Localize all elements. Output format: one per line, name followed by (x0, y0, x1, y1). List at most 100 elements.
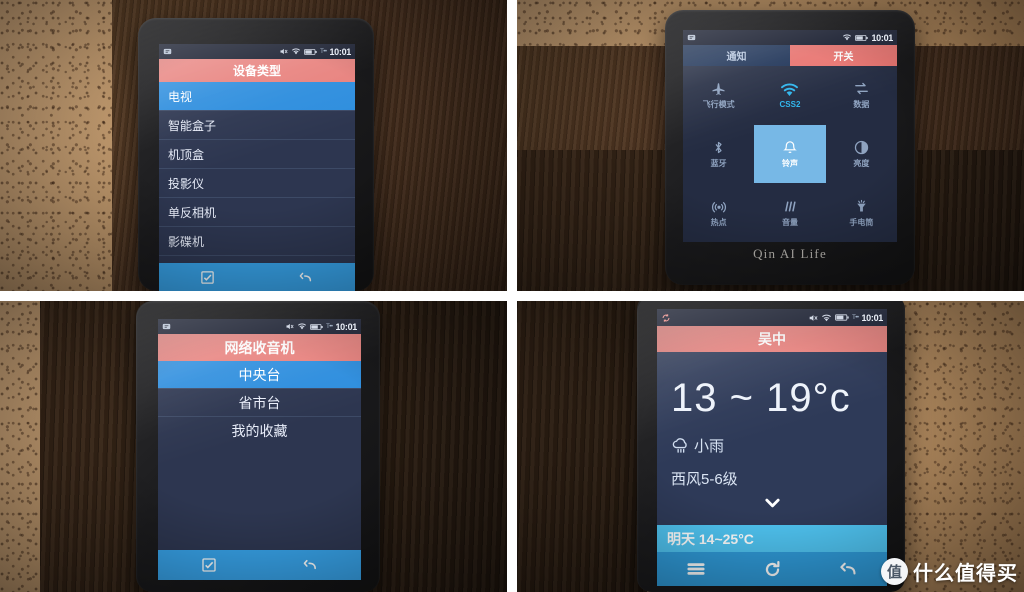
weather-body: 13 ~ 19°c 小雨 西风5-6级 (657, 352, 887, 525)
status-bar-right: T•• 10:01 (279, 47, 351, 57)
signal-label: T•• (320, 48, 327, 55)
list-item-label: 中央台 (238, 366, 281, 383)
list-item-label: 电视 (168, 89, 193, 104)
list-item-label: 影碟机 (168, 234, 205, 249)
list-item-label: 省市台 (238, 394, 281, 411)
signal-label: T•• (326, 323, 333, 330)
sync-icon (661, 313, 671, 323)
phone-device: 10:01 通知 开关 飞行模式 CSS2 数据 蓝牙 铃声 亮度 热点 音量 … (665, 10, 915, 285)
list-item[interactable]: 机顶盒 (159, 140, 355, 169)
bell-icon (782, 139, 798, 156)
tab-label: 通知 (726, 52, 747, 63)
volume-icon (781, 198, 798, 215)
radio-category-items: 中央台 省市台 我的收藏 (158, 361, 361, 580)
sync-icon (162, 322, 171, 331)
sync-icon (163, 47, 172, 56)
status-time: 10:01 (335, 321, 357, 332)
panel-quick-settings: 10:01 通知 开关 飞行模式 CSS2 数据 蓝牙 铃声 亮度 热点 音量 … (517, 0, 1024, 291)
tab-notifications[interactable]: 通知 (683, 45, 790, 66)
list-item-label: 我的收藏 (231, 423, 288, 439)
back-arrow-icon[interactable] (302, 557, 319, 573)
airplane-icon (710, 80, 727, 97)
brightness-icon (853, 139, 870, 156)
weather-bottom-bar (657, 552, 887, 586)
list-item[interactable]: 智能盒子 (159, 111, 355, 140)
list-item[interactable]: 投影仪 (159, 169, 355, 198)
toggle-bluetooth[interactable]: 蓝牙 (683, 125, 754, 184)
status-time: 10:01 (329, 46, 351, 57)
list-item[interactable]: 省市台 (158, 389, 361, 417)
phone-device: T•• 10:01 吴中 13 ~ 19°c 小雨 西风5-6级 明天 14~2… (637, 301, 905, 592)
tab-label: 开关 (833, 52, 854, 63)
status-bar-left (163, 47, 172, 56)
battery-icon (310, 323, 323, 331)
toggle-label: 手电筒 (849, 217, 874, 227)
checkbox-icon[interactable] (201, 557, 217, 573)
status-bar: T•• 10:01 (159, 44, 355, 59)
wind-info: 西风5-6级 (671, 471, 738, 488)
refresh-icon[interactable] (763, 560, 782, 579)
phone-device: T•• 10:01 网络收音机 中央台 省市台 我的收藏 (136, 301, 380, 592)
toggle-brightness[interactable]: 亮度 (826, 125, 897, 184)
mute-icon (285, 322, 294, 331)
toggle-label: CSS2 (779, 100, 801, 110)
toggle-wifi[interactable]: CSS2 (754, 66, 825, 125)
panel-network-radio: T•• 10:01 网络收音机 中央台 省市台 我的收藏 (0, 301, 507, 592)
bluetooth-icon (711, 139, 726, 156)
wifi-icon (297, 322, 307, 331)
watermark-text: 什么值得买 (913, 563, 1018, 585)
phone-screen: T•• 10:01 网络收音机 中央台 省市台 我的收藏 (158, 319, 361, 580)
chevron-down-icon[interactable] (657, 497, 887, 509)
bottom-action-bar (158, 550, 361, 580)
tomorrow-forecast[interactable]: 明天 14~25°C (657, 525, 887, 552)
toggle-label: 音量 (781, 217, 798, 227)
toggle-mobile-data[interactable]: 数据 (826, 66, 897, 125)
back-arrow-icon[interactable] (298, 270, 314, 285)
wifi-icon (291, 47, 301, 56)
status-bar-right: 10:01 (842, 33, 893, 43)
toggle-label: 热点 (710, 217, 727, 227)
device-type-items: 电视 智能盒子 机顶盒 投影仪 单反相机 影碟机 (159, 82, 355, 291)
watermark-logo: 值 (881, 558, 908, 585)
list-item-label: 单反相机 (168, 205, 217, 220)
condition-label: 小雨 (694, 438, 725, 455)
page-title: 设备类型 (159, 59, 355, 82)
cloud-rain-icon (671, 437, 690, 454)
wifi-icon (821, 313, 832, 323)
list-item[interactable]: 电视 (159, 82, 355, 111)
hamburger-menu-icon[interactable] (686, 561, 706, 577)
status-bar-right: T•• 10:01 (285, 322, 357, 332)
toggle-label: 铃声 (781, 158, 798, 168)
wood-board (517, 301, 647, 592)
list-item[interactable]: 我的收藏 (158, 417, 361, 445)
data-sync-icon (853, 80, 870, 97)
hotspot-icon (710, 198, 728, 215)
status-bar: 10:01 (683, 30, 897, 45)
phone-screen: T•• 10:01 设备类型 电视 智能盒子 机顶盒 投影仪 单反相机 影碟机 (159, 44, 355, 291)
status-time: 10:01 (861, 312, 883, 323)
tab-switches[interactable]: 开关 (790, 45, 897, 66)
phone-screen: 10:01 通知 开关 飞行模式 CSS2 数据 蓝牙 铃声 亮度 热点 音量 … (683, 30, 897, 242)
list-item[interactable]: 中央台 (158, 361, 361, 389)
page-title: 网络收音机 (158, 334, 361, 361)
toggle-airplane-mode[interactable]: 飞行模式 (683, 66, 754, 125)
page-title: 吴中 (657, 326, 887, 352)
toggle-ringtone[interactable]: 铃声 (754, 124, 826, 184)
toggle-hotspot[interactable]: 热点 (683, 183, 754, 242)
toggle-volume[interactable]: 音量 (754, 183, 825, 242)
phone-screen: T•• 10:01 吴中 13 ~ 19°c 小雨 西风5-6级 明天 14~2… (657, 309, 887, 586)
list-item[interactable]: 单反相机 (159, 198, 355, 227)
toggle-flashlight[interactable]: 手电筒 (826, 183, 897, 242)
list-item[interactable]: 影碟机 (159, 227, 355, 256)
battery-icon (855, 34, 869, 42)
mute-icon (279, 47, 288, 56)
temperature-range: 13 ~ 19°c (671, 376, 851, 420)
checkbox-icon[interactable] (200, 270, 215, 285)
phone-device: T•• 10:01 设备类型 电视 智能盒子 机顶盒 投影仪 单反相机 影碟机 (138, 18, 374, 291)
wifi-icon (842, 33, 852, 42)
toggle-label: 飞行模式 (702, 100, 735, 110)
flashlight-icon (853, 198, 870, 215)
back-arrow-icon[interactable] (839, 560, 858, 578)
list-item-label: 投影仪 (168, 176, 205, 191)
mute-icon (808, 313, 818, 323)
